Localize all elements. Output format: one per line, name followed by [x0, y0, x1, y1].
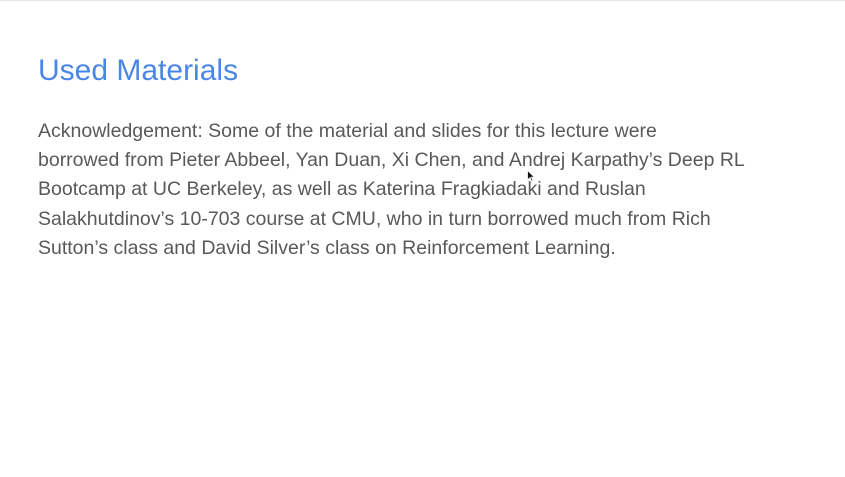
- paragraph-line: Salakhutdinov’s 10-703 course at CMU, wh…: [38, 207, 711, 230]
- slide-title: Used Materials: [38, 54, 239, 87]
- paragraph-line: borrowed from Pieter Abbeel, Yan Duan, X…: [38, 149, 745, 172]
- slide: Used Materials Acknowledgement: Some of …: [0, 0, 845, 477]
- acknowledgement-paragraph: Acknowledgement: Some of the material an…: [38, 117, 828, 263]
- paragraph-line: Sutton’s class and David Silver’s class …: [38, 236, 616, 259]
- mouse-pointer-icon: [527, 170, 535, 182]
- paragraph-line: Acknowledgement: Some of the material an…: [38, 120, 657, 142]
- paragraph-line: Bootcamp at UC Berkeley, as well as Kate…: [38, 178, 646, 201]
